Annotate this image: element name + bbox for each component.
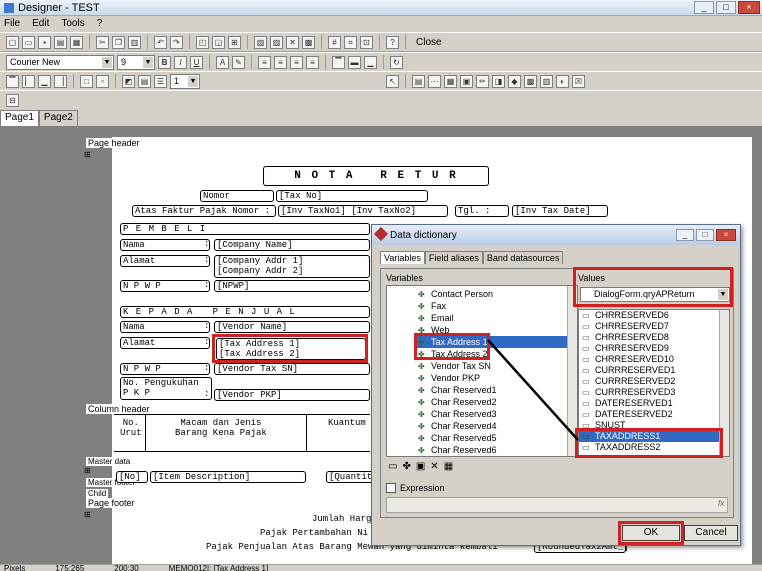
mapping-connector (487, 339, 579, 441)
status-bar: Pixels 175;265 200;30 MEMO012|: [Tax Add… (0, 564, 762, 571)
status-units: Pixels (4, 564, 26, 571)
status-position: 175;265 (55, 564, 85, 571)
status-size: 200;30 (114, 564, 139, 571)
connector-line (487, 339, 579, 441)
status-object: MEMO012|: [Tax Address 1] (168, 564, 269, 571)
